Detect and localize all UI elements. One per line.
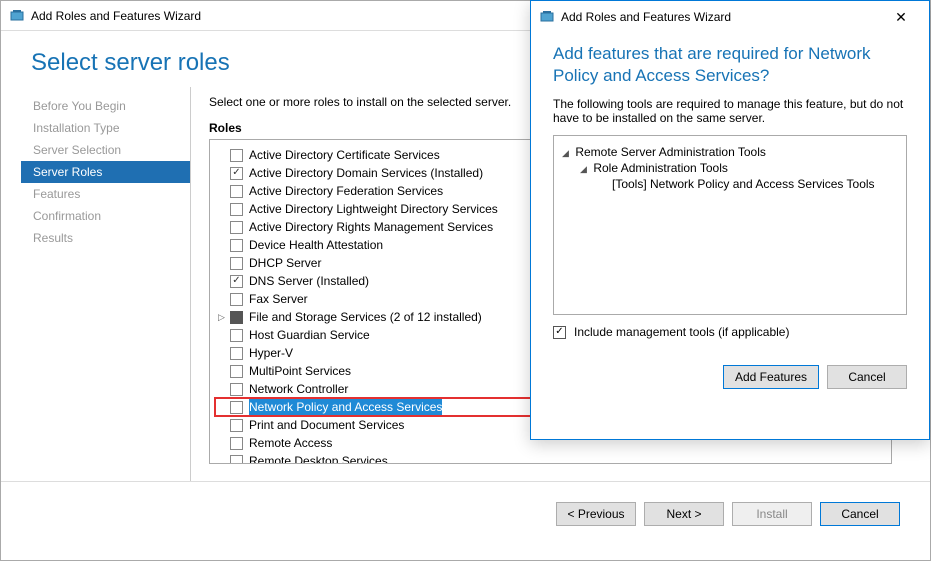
role-label: MultiPoint Services bbox=[249, 363, 351, 379]
sidebar-item-installation-type[interactable]: Installation Type bbox=[21, 117, 190, 139]
role-label: Network Policy and Access Services bbox=[249, 399, 442, 415]
wizard-sidebar: Before You BeginInstallation TypeServer … bbox=[21, 87, 191, 481]
required-features-popup: Add Roles and Features Wizard ✕ Add feat… bbox=[530, 0, 930, 440]
sidebar-item-results[interactable]: Results bbox=[21, 227, 190, 249]
popup-app-icon bbox=[539, 9, 555, 25]
role-checkbox[interactable] bbox=[230, 257, 243, 270]
role-checkbox[interactable] bbox=[230, 329, 243, 342]
role-label: Active Directory Federation Services bbox=[249, 183, 443, 199]
role-label: Active Directory Rights Management Servi… bbox=[249, 219, 493, 235]
role-checkbox[interactable] bbox=[230, 419, 243, 432]
role-label: Fax Server bbox=[249, 291, 308, 307]
role-checkbox[interactable] bbox=[230, 203, 243, 216]
popup-description: The following tools are required to mana… bbox=[531, 87, 929, 135]
main-title: Add Roles and Features Wizard bbox=[31, 9, 201, 23]
role-label: DHCP Server bbox=[249, 255, 321, 271]
popup-title: Add Roles and Features Wizard bbox=[561, 10, 731, 24]
role-label: Remote Access bbox=[249, 435, 332, 451]
role-label: Device Health Attestation bbox=[249, 237, 383, 253]
role-label: Host Guardian Service bbox=[249, 327, 370, 343]
sidebar-item-server-selection[interactable]: Server Selection bbox=[21, 139, 190, 161]
app-icon bbox=[9, 8, 25, 24]
include-tools-checkbox[interactable] bbox=[553, 326, 566, 339]
role-label: Active Directory Domain Services (Instal… bbox=[249, 165, 483, 181]
role-checkbox[interactable] bbox=[230, 293, 243, 306]
role-label: Print and Document Services bbox=[249, 417, 404, 433]
role-checkbox[interactable] bbox=[230, 185, 243, 198]
wizard-footer: < Previous Next > Install Cancel bbox=[1, 482, 930, 532]
install-button[interactable]: Install bbox=[732, 502, 812, 526]
popup-cancel-button[interactable]: Cancel bbox=[827, 365, 907, 389]
role-label: File and Storage Services (2 of 12 insta… bbox=[249, 309, 482, 325]
tree-item[interactable]: [Tools] Network Policy and Access Servic… bbox=[562, 176, 898, 192]
add-features-button[interactable]: Add Features bbox=[723, 365, 819, 389]
role-label: Remote Desktop Services bbox=[249, 453, 388, 464]
tree-item[interactable]: ◢ Remote Server Administration Tools bbox=[562, 144, 898, 160]
sidebar-item-before-you-begin[interactable]: Before You Begin bbox=[21, 95, 190, 117]
features-tree[interactable]: ◢ Remote Server Administration Tools ◢ R… bbox=[553, 135, 907, 315]
role-checkbox[interactable] bbox=[230, 221, 243, 234]
role-checkbox[interactable] bbox=[230, 239, 243, 252]
role-checkbox[interactable] bbox=[230, 167, 243, 180]
previous-button[interactable]: < Previous bbox=[556, 502, 636, 526]
role-checkbox[interactable] bbox=[230, 401, 243, 414]
tree-collapse-icon[interactable]: ◢ bbox=[580, 164, 590, 175]
tree-item[interactable]: ◢ Role Administration Tools bbox=[562, 160, 898, 176]
role-label: Active Directory Lightweight Directory S… bbox=[249, 201, 498, 217]
sidebar-item-confirmation[interactable]: Confirmation bbox=[21, 205, 190, 227]
role-checkbox[interactable] bbox=[230, 275, 243, 288]
include-tools-label: Include management tools (if applicable) bbox=[574, 325, 789, 339]
role-label: Network Controller bbox=[249, 381, 348, 397]
role-checkbox[interactable] bbox=[230, 149, 243, 162]
popup-footer: Add Features Cancel bbox=[531, 349, 929, 405]
popup-header: Add features that are required for Netwo… bbox=[531, 33, 929, 87]
next-button[interactable]: Next > bbox=[644, 502, 724, 526]
sidebar-item-features[interactable]: Features bbox=[21, 183, 190, 205]
role-checkbox[interactable] bbox=[230, 365, 243, 378]
role-label: Hyper-V bbox=[249, 345, 293, 361]
role-checkbox[interactable] bbox=[230, 383, 243, 396]
close-icon[interactable]: ✕ bbox=[881, 3, 921, 31]
role-checkbox[interactable] bbox=[230, 311, 243, 324]
sidebar-item-server-roles[interactable]: Server Roles bbox=[21, 161, 190, 183]
expand-icon[interactable]: ▷ bbox=[218, 309, 228, 325]
role-checkbox[interactable] bbox=[230, 347, 243, 360]
role-item[interactable]: Remote Desktop Services bbox=[214, 452, 887, 464]
role-label: Active Directory Certificate Services bbox=[249, 147, 440, 163]
tree-collapse-icon[interactable]: ◢ bbox=[562, 148, 572, 159]
role-label: DNS Server (Installed) bbox=[249, 273, 369, 289]
popup-titlebar: Add Roles and Features Wizard ✕ bbox=[531, 1, 929, 33]
cancel-button[interactable]: Cancel bbox=[820, 502, 900, 526]
role-checkbox[interactable] bbox=[230, 437, 243, 450]
role-checkbox[interactable] bbox=[230, 455, 243, 465]
include-tools-row: Include management tools (if applicable) bbox=[553, 325, 907, 339]
